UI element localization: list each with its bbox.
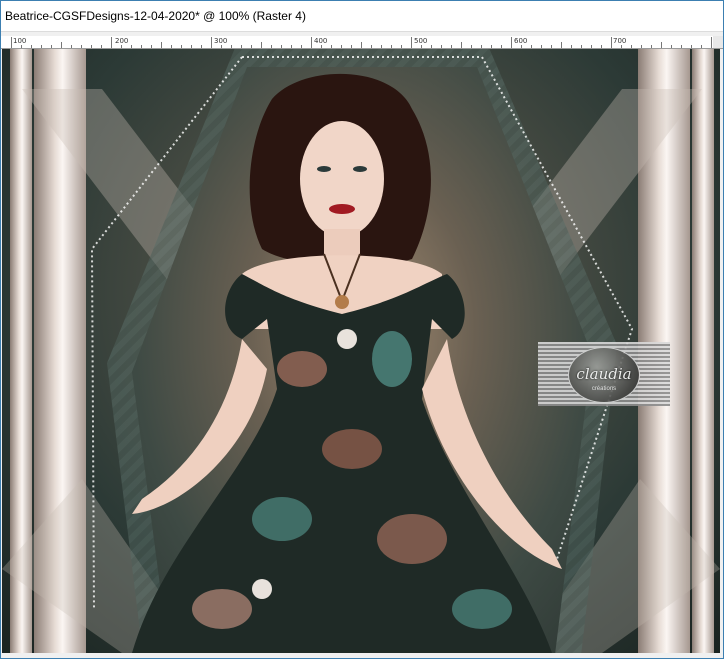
ruler-tick	[261, 42, 262, 48]
ruler-tick	[691, 45, 692, 48]
ruler-label-500: 500	[414, 37, 428, 45]
horizontal-ruler[interactable]: 100 200 300 400 500 600 700	[1, 36, 723, 49]
ruler-tick	[461, 42, 462, 48]
ruler-tick	[71, 45, 72, 48]
ruler-tick	[341, 45, 342, 48]
ruler-tick	[281, 45, 282, 48]
document-title: Beatrice-CGSFDesigns-12-04-2020* @ 100% …	[5, 9, 306, 23]
ruler-tick	[141, 45, 142, 48]
ruler-tick	[61, 42, 62, 48]
ruler-tick	[111, 37, 112, 48]
ruler-tick	[501, 45, 502, 48]
ruler-tick	[91, 45, 92, 48]
ruler-tick	[511, 37, 512, 48]
ruler-tick	[311, 37, 312, 48]
ruler-label-200: 200	[115, 37, 129, 45]
ruler-tick	[581, 45, 582, 48]
ruler-tick	[381, 45, 382, 48]
ruler-tick	[331, 45, 332, 48]
ruler-tick	[21, 45, 22, 48]
ruler-label-600: 600	[514, 37, 528, 45]
ruler-label-300: 300	[214, 37, 228, 45]
document-window: Beatrice-CGSFDesigns-12-04-2020* @ 100% …	[0, 0, 724, 659]
ruler-tick	[371, 45, 372, 48]
ruler-tick	[451, 45, 452, 48]
ruler-tick	[561, 42, 562, 48]
image-canvas[interactable]: claudia créations	[2, 49, 720, 653]
ruler-tick	[251, 45, 252, 48]
ruler-tick	[631, 45, 632, 48]
ruler-tick	[491, 45, 492, 48]
ruler-tick	[551, 45, 552, 48]
ruler-tick	[661, 42, 662, 48]
ruler-corner	[713, 36, 723, 48]
ruler-tick	[591, 45, 592, 48]
ruler-label-700: 700	[613, 37, 627, 45]
ruler-tick	[671, 45, 672, 48]
watermark-subtext: créations	[591, 386, 617, 392]
ruler-tick	[431, 45, 432, 48]
ruler-tick	[151, 45, 152, 48]
ruler-tick	[321, 45, 322, 48]
ruler-tick	[101, 45, 102, 48]
ruler-tick	[161, 42, 162, 48]
ruler-tick	[641, 45, 642, 48]
ruler-tick	[171, 45, 172, 48]
ruler-tick	[291, 45, 292, 48]
ruler-tick	[621, 45, 622, 48]
ruler-tick	[221, 45, 222, 48]
document-titlebar[interactable]: Beatrice-CGSFDesigns-12-04-2020* @ 100% …	[1, 1, 723, 32]
watermark-text: claudia	[576, 365, 632, 383]
ruler-tick	[681, 45, 682, 48]
ruler-tick	[41, 45, 42, 48]
ruler-tick	[601, 45, 602, 48]
ruler-tick	[571, 45, 572, 48]
ruler-tick	[361, 42, 362, 48]
claudia-watermark: claudia créations	[538, 342, 670, 406]
ruler-tick	[441, 45, 442, 48]
watermark-medallion: claudia créations	[568, 347, 640, 403]
ruler-tick	[401, 45, 402, 48]
ruler-tick	[121, 45, 122, 48]
ruler-tick	[391, 45, 392, 48]
ruler-tick	[471, 45, 472, 48]
ruler-tick	[611, 37, 612, 48]
ruler-tick	[421, 45, 422, 48]
ruler-tick	[651, 45, 652, 48]
ruler-tick	[301, 45, 302, 48]
ruler-tick	[541, 45, 542, 48]
ruler-tick	[241, 45, 242, 48]
ruler-tick	[181, 45, 182, 48]
ruler-tick	[521, 45, 522, 48]
ruler-tick	[231, 45, 232, 48]
ruler-tick	[271, 45, 272, 48]
woman-figure	[132, 73, 562, 653]
ruler-label-400: 400	[314, 37, 328, 45]
ruler-tick	[201, 45, 202, 48]
ruler-tick	[411, 37, 412, 48]
ruler-tick	[481, 45, 482, 48]
ruler-tick	[131, 45, 132, 48]
ruler-tick	[81, 45, 82, 48]
ruler-tick	[351, 45, 352, 48]
ruler-tick	[701, 45, 702, 48]
ruler-tick	[191, 45, 192, 48]
ruler-tick	[31, 45, 32, 48]
ruler-tick	[11, 37, 12, 48]
ruler-tick	[51, 45, 52, 48]
ruler-tick	[211, 37, 212, 48]
ruler-label-100: 100	[13, 37, 27, 45]
ruler-tick	[531, 45, 532, 48]
ruler-tick	[711, 37, 712, 48]
